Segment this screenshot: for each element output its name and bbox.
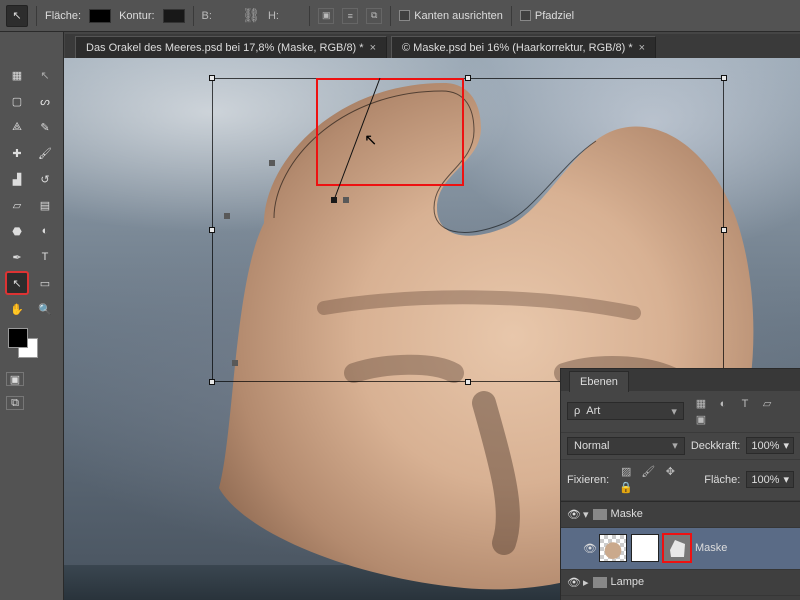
quickmask-toggle[interactable]: ▣ <box>6 372 24 386</box>
anchor-point[interactable] <box>232 360 238 366</box>
fill-swatch[interactable] <box>89 9 111 23</box>
type-tool[interactable]: T <box>34 246 56 268</box>
document-tab[interactable]: © Maske.psd bei 16% (Haarkorrektur, RGB/… <box>391 36 656 58</box>
dodge-tool[interactable]: ◐ <box>34 220 56 242</box>
visibility-icon[interactable]: 👁 <box>583 542 595 555</box>
fill-label: Fläche: <box>45 10 81 22</box>
stamp-tool[interactable]: ▟ <box>6 168 28 190</box>
mask-thumb[interactable] <box>631 534 659 562</box>
layer-name: Maske <box>611 508 643 520</box>
blend-mode-dropdown[interactable]: Normal▾ <box>567 437 685 455</box>
filter-pixel-icon[interactable]: ▦ <box>693 395 709 411</box>
pen-tool[interactable]: ✒ <box>6 246 28 268</box>
close-icon[interactable]: × <box>370 42 376 54</box>
panel-tab-bar: Ebenen <box>561 369 800 391</box>
path-ops-icon[interactable]: ▣ <box>318 8 334 24</box>
opacity-label: Deckkraft: <box>691 440 741 452</box>
vector-mask-thumb[interactable] <box>663 534 691 562</box>
document-tab[interactable]: Das Orakel des Meeres.psd bei 17,8% (Mas… <box>75 36 387 58</box>
anchor-point[interactable] <box>269 160 275 166</box>
hand-tool[interactable]: ✋ <box>6 298 28 320</box>
handle-s[interactable] <box>465 379 471 385</box>
folder-icon <box>593 509 607 520</box>
close-icon[interactable]: × <box>639 42 645 54</box>
layer-name: Maske <box>695 542 727 554</box>
shape-tool[interactable]: ▭ <box>34 272 56 294</box>
folder-icon <box>593 577 607 588</box>
eyedropper-tool[interactable]: ✎ <box>34 116 56 138</box>
layer-row-selected[interactable]: 👁 Maske <box>561 528 800 570</box>
layers-panel: Ebenen ρArt▾ ▦ ◐ T ▱ ▣ Normal▾ Deckkraft… <box>560 368 800 600</box>
cursor-icon: ↖ <box>364 130 377 150</box>
layer-name: Lampe <box>611 576 645 588</box>
height-value[interactable] <box>289 10 301 22</box>
filter-type-dropdown[interactable]: ρArt▾ <box>567 402 684 420</box>
crop-tool[interactable]: ⟁ <box>6 116 28 138</box>
tool-indicator-icon: ↖ <box>6 5 28 27</box>
tab-title: © Maske.psd bei 16% (Haarkorrektur, RGB/… <box>402 42 633 54</box>
screenmode-toggle[interactable]: ⧉ <box>6 396 24 410</box>
layer-list: 👁 ▾ Maske 👁 Maske 👁 ▸ Lampe 👁 ▸ Boot 👁 ▸ <box>561 501 800 600</box>
toolbox: ▦ ↖ ▢ ᔕ ⟁ ✎ ✚ 🖌 ▟ ↺ ▱ ▤ ⬣ ◐ ✒ T ↖ ▭ ✋ 🔍 … <box>0 32 64 600</box>
fg-bg-swatch[interactable] <box>8 328 42 362</box>
disclosure-icon[interactable]: ▸ <box>583 576 589 589</box>
panel-tab-ebenen[interactable]: Ebenen <box>569 371 629 392</box>
opacity-field[interactable]: 100%▾ <box>746 437 794 454</box>
handle-w[interactable] <box>209 227 215 233</box>
lock-transparent-icon[interactable]: ▨ <box>618 464 634 480</box>
layer-group-row[interactable]: 👁 ▸ Lampe <box>561 570 800 596</box>
handle-n[interactable] <box>465 75 471 81</box>
options-bar: ↖ Fläche: Kontur: B: ⛓ H: ▣ ≡ ⧉ Kanten a… <box>0 0 800 32</box>
gradient-tool[interactable]: ▤ <box>34 194 56 216</box>
handle-e[interactable] <box>721 227 727 233</box>
anchor-point[interactable] <box>343 197 349 203</box>
handle-nw[interactable] <box>209 75 215 81</box>
filter-smart-icon[interactable]: ▣ <box>693 412 709 428</box>
document-tab-bar: Das Orakel des Meeres.psd bei 17,8% (Mas… <box>65 34 800 58</box>
move-tool[interactable]: ▦ <box>6 64 28 86</box>
marquee-tool[interactable]: ▢ <box>6 90 28 112</box>
visibility-icon[interactable]: 👁 <box>567 576 579 589</box>
layer-group-row[interactable]: 👁 ▸ Boot <box>561 596 800 600</box>
lasso-tool[interactable]: ᔕ <box>34 90 56 112</box>
lock-position-icon[interactable]: ✥ <box>662 464 678 480</box>
transform-box[interactable] <box>212 78 724 382</box>
anchor-point[interactable] <box>224 213 230 219</box>
width-label: B: <box>202 10 212 22</box>
filter-adjust-icon[interactable]: ◐ <box>715 396 731 412</box>
lock-label: Fixieren: <box>567 474 609 486</box>
filter-shape-icon[interactable]: ▱ <box>759 395 775 411</box>
filter-type-icon[interactable]: T <box>737 396 753 412</box>
zoom-tool[interactable]: 🔍 <box>34 298 56 320</box>
align-icon[interactable]: ≡ <box>342 8 358 24</box>
direct-select-tool[interactable]: ↖ <box>6 272 28 294</box>
align-edges-checkbox[interactable]: Kanten ausrichten <box>399 10 503 22</box>
layer-thumb[interactable] <box>599 534 627 562</box>
fill-field[interactable]: 100%▾ <box>746 471 794 488</box>
lock-pixels-icon[interactable]: 🖌 <box>640 464 656 480</box>
stroke-label: Kontur: <box>119 10 154 22</box>
link-icon[interactable]: ⛓ <box>242 7 260 24</box>
visibility-icon[interactable]: 👁 <box>567 508 579 521</box>
history-brush-tool[interactable]: ↺ <box>34 168 56 190</box>
tab-title: Das Orakel des Meeres.psd bei 17,8% (Mas… <box>86 42 364 54</box>
highlight-box <box>316 78 464 186</box>
path-target-checkbox[interactable]: Pfadziel <box>520 10 574 22</box>
fill-label: Fläche: <box>704 474 740 486</box>
handle-sw[interactable] <box>209 379 215 385</box>
eraser-tool[interactable]: ▱ <box>6 194 28 216</box>
lock-all-icon[interactable]: 🔒 <box>618 480 634 496</box>
stroke-swatch[interactable] <box>163 9 185 23</box>
handle-ne[interactable] <box>721 75 727 81</box>
arrange-icon[interactable]: ⧉ <box>366 8 382 24</box>
layer-group-row[interactable]: 👁 ▾ Maske <box>561 502 800 528</box>
width-value[interactable] <box>222 10 234 22</box>
brush-tool[interactable]: 🖌 <box>34 142 56 164</box>
blur-tool[interactable]: ⬣ <box>6 220 28 242</box>
healing-tool[interactable]: ✚ <box>6 142 28 164</box>
path-select-tool-alt[interactable]: ↖ <box>34 64 56 86</box>
height-label: H: <box>268 10 279 22</box>
anchor-point[interactable] <box>331 197 337 203</box>
disclosure-icon[interactable]: ▾ <box>583 508 589 521</box>
